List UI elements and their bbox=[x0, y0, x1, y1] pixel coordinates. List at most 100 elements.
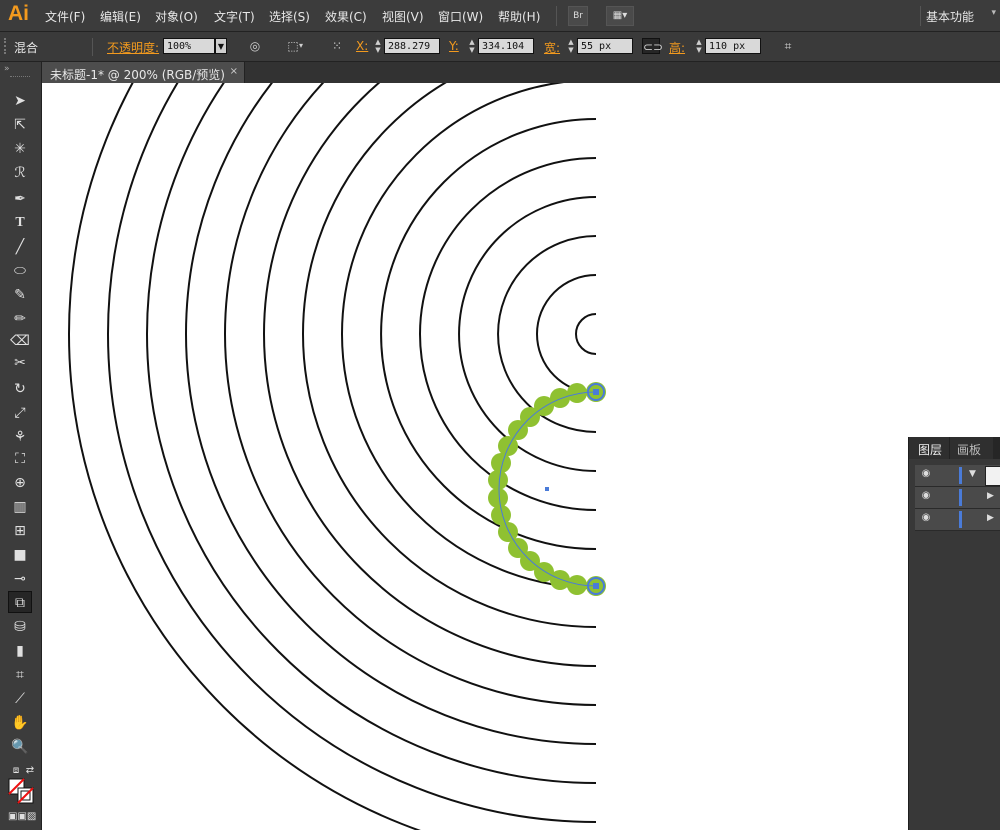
eye-icon[interactable]: ◉ bbox=[918, 512, 934, 526]
menu-file[interactable]: 文件(F) bbox=[45, 8, 85, 25]
tab-layers[interactable]: 图层 bbox=[918, 441, 942, 458]
pencil-tool-icon[interactable]: ✏ bbox=[8, 308, 32, 330]
arrange-documents-icon[interactable]: ▦▾ bbox=[606, 6, 634, 26]
concentric-arcs bbox=[68, 83, 597, 830]
scissors-tool-icon[interactable]: ✂ bbox=[8, 352, 32, 374]
menu-type[interactable]: 文字(T) bbox=[214, 8, 255, 25]
line-tool-icon[interactable]: ╱ bbox=[8, 236, 32, 258]
artboard-canvas[interactable] bbox=[42, 83, 1000, 830]
fill-stroke-icon[interactable] bbox=[8, 778, 36, 806]
y-stepper-icon[interactable]: ▲ ▼ bbox=[467, 38, 477, 54]
lasso-icon[interactable]: ℛ bbox=[8, 162, 32, 184]
close-icon[interactable]: × bbox=[230, 66, 238, 77]
divider bbox=[92, 38, 93, 56]
menu-divider bbox=[920, 6, 921, 26]
document-tab[interactable]: 未标题-1* @ 200% (RGB/预览) × bbox=[42, 62, 245, 83]
chevron-right-icon[interactable]: ▶ bbox=[987, 491, 994, 501]
tab-strip bbox=[245, 62, 1000, 83]
center-point bbox=[545, 487, 549, 491]
menu-select[interactable]: 选择(S) bbox=[269, 8, 310, 25]
transform-icon[interactable]: ⌗ bbox=[779, 38, 797, 54]
chevron-down-icon[interactable]: ▼ bbox=[969, 469, 976, 479]
shape-builder-icon[interactable]: ⊕ bbox=[8, 472, 32, 494]
hand-tool-icon[interactable]: ✋ bbox=[8, 712, 32, 734]
bridge-button[interactable]: Br bbox=[568, 6, 588, 26]
arc bbox=[68, 83, 422, 830]
panel-grip[interactable] bbox=[4, 38, 9, 54]
perspective-grid-icon[interactable]: ▥ bbox=[8, 496, 32, 518]
width-stepper-icon[interactable]: ▲ ▼ bbox=[566, 38, 576, 54]
ellipse-tool-icon[interactable]: ⬭ bbox=[8, 260, 32, 282]
brush-tool-icon[interactable]: ✎ bbox=[8, 284, 32, 306]
tools-panel: » ➤ ⇱ ✳ ℛ ✒ T ╱ ⬭ ✎ ✏ ⌫ ✂ ↻ ⤢ ⚘ ⛶ ⊕ ▥ ⊞ … bbox=[0, 62, 42, 830]
x-input[interactable]: 288.279 bbox=[384, 38, 440, 54]
layer-row[interactable]: ◉ ▼ bbox=[915, 465, 1000, 487]
link-icon[interactable]: ⊂⊃ bbox=[642, 38, 663, 54]
column-graph-icon[interactable]: ▮ bbox=[8, 640, 32, 662]
tab-strip bbox=[993, 437, 1000, 459]
zoom-tool-icon[interactable]: 🔍 bbox=[8, 736, 32, 758]
control-bar: 混合 不透明度: 100% ▼ ◎ ⬚ ▾ ⁙ X: ▲ ▼ 288.279 Y:… bbox=[0, 32, 1000, 62]
rotate-tool-icon[interactable]: ↻ bbox=[8, 378, 32, 400]
layer-color-bar bbox=[959, 489, 962, 506]
height-stepper-icon[interactable]: ▲ ▼ bbox=[694, 38, 704, 54]
eye-icon[interactable]: ◉ bbox=[918, 468, 934, 482]
menu-effect[interactable]: 效果(C) bbox=[325, 8, 367, 25]
layer-color-bar bbox=[959, 511, 962, 528]
y-label: Y: bbox=[449, 39, 459, 53]
scale-tool-icon[interactable]: ⤢ bbox=[8, 402, 32, 424]
arc bbox=[536, 274, 597, 394]
selection-tool-icon[interactable]: ➤ bbox=[8, 90, 32, 112]
gradient-tool-icon[interactable]: ■ bbox=[8, 544, 32, 566]
artboard-tool-icon[interactable]: ⌗ bbox=[8, 664, 32, 686]
menu-help[interactable]: 帮助(H) bbox=[498, 8, 540, 25]
chevron-down-icon[interactable]: ▾ bbox=[991, 8, 996, 18]
reference-point-icon[interactable]: ⁙ bbox=[328, 38, 346, 54]
x-label: X: bbox=[356, 39, 369, 53]
blend-mode-label: 混合 bbox=[14, 41, 39, 55]
y-input[interactable]: 334.104 bbox=[478, 38, 534, 54]
menu-window[interactable]: 窗口(W) bbox=[438, 8, 483, 25]
direct-selection-tool-icon[interactable]: ⇱ bbox=[8, 114, 32, 136]
arc bbox=[380, 118, 597, 550]
anchor-handle[interactable] bbox=[593, 583, 599, 589]
collapse-icon[interactable]: » bbox=[4, 64, 10, 74]
menu-divider bbox=[556, 6, 557, 26]
chevron-down-icon[interactable]: ▾ bbox=[296, 38, 306, 54]
color-mode-icon[interactable]: ▣▣▨ bbox=[8, 806, 36, 828]
recolor-icon[interactable]: ◎ bbox=[246, 38, 264, 54]
menu-object[interactable]: 对象(O) bbox=[155, 8, 198, 25]
eyedropper-icon[interactable]: ⊸ bbox=[8, 568, 32, 590]
symbol-sprayer-icon[interactable]: ⛁ bbox=[8, 616, 32, 638]
anchor-handle[interactable] bbox=[593, 389, 599, 395]
tab-artboards[interactable]: 画板 bbox=[957, 441, 981, 458]
pen-tool-icon[interactable]: ✒ bbox=[8, 188, 32, 210]
opacity-input[interactable]: 100% bbox=[163, 38, 215, 54]
app-logo: Ai bbox=[8, 2, 29, 25]
slice-tool-icon[interactable]: ⟋ bbox=[8, 688, 32, 710]
eye-icon[interactable]: ◉ bbox=[918, 490, 934, 504]
x-stepper-icon[interactable]: ▲ ▼ bbox=[373, 38, 383, 54]
warp-tool-icon[interactable]: ⚘ bbox=[8, 426, 32, 448]
layer-row[interactable]: ◉ ▶ bbox=[915, 487, 1000, 509]
type-tool-icon[interactable]: T bbox=[8, 212, 32, 234]
blend-tool-icon[interactable]: ⧉ bbox=[8, 591, 32, 613]
layer-color-bar bbox=[959, 467, 962, 484]
menu-edit[interactable]: 编辑(E) bbox=[100, 8, 141, 25]
opacity-label[interactable]: 不透明度: bbox=[107, 39, 159, 56]
height-input[interactable]: 110 px bbox=[705, 38, 761, 54]
free-transform-icon[interactable]: ⛶ bbox=[8, 448, 32, 470]
workspace-switcher[interactable]: 基本功能 bbox=[926, 8, 974, 25]
menu-view[interactable]: 视图(V) bbox=[382, 8, 424, 25]
mesh-tool-icon[interactable]: ⊞ bbox=[8, 520, 32, 542]
chevron-right-icon[interactable]: ▶ bbox=[987, 513, 994, 523]
panel-grip[interactable] bbox=[10, 76, 30, 79]
layer-row[interactable]: ◉ ▶ bbox=[915, 509, 1000, 531]
layers-panel-tabs: 图层 画板 bbox=[909, 437, 1000, 459]
arc bbox=[575, 313, 597, 355]
eraser-tool-icon[interactable]: ⌫ bbox=[8, 330, 32, 352]
magic-wand-icon[interactable]: ✳ bbox=[8, 138, 32, 160]
width-input[interactable]: 55 px bbox=[577, 38, 633, 54]
layer-thumbnail bbox=[985, 466, 1000, 486]
opacity-dropdown-icon[interactable]: ▼ bbox=[215, 38, 227, 54]
